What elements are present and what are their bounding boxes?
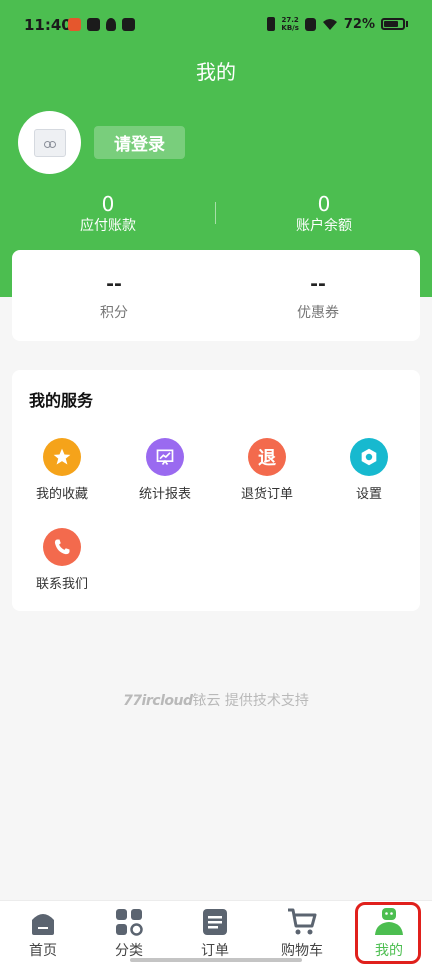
default-avatar-icon: [33, 128, 66, 157]
points-stat[interactable]: -- 积分: [12, 272, 216, 322]
app-notification-icon: [68, 18, 81, 31]
page-title: 我的: [196, 60, 236, 84]
return-icon: 退: [248, 438, 286, 476]
avatar[interactable]: [18, 111, 81, 174]
balance-label: 账户余额: [296, 218, 352, 234]
message-icon: [122, 18, 135, 31]
service-label: 设置: [355, 487, 382, 502]
sim-icon: [304, 17, 316, 31]
active-tab-highlight: [355, 902, 421, 964]
payable-stat[interactable]: 0 应付账款: [0, 192, 216, 236]
services-card: 我的服务 我的收藏 统计报表 退 退货订单 设置 联系我们: [12, 370, 420, 611]
points-label: 积分: [100, 305, 128, 321]
balance-stat[interactable]: 0 账户余额: [216, 192, 432, 236]
payable-label: 应付账款: [80, 218, 136, 234]
services-title: 我的服务: [29, 391, 94, 410]
app-notification-icon: [87, 18, 100, 31]
service-settings[interactable]: 设置: [319, 438, 419, 502]
tab-label: 首页: [29, 943, 57, 959]
service-reports[interactable]: 统计报表: [115, 438, 215, 502]
coupons-value: --: [310, 273, 326, 295]
service-favorites[interactable]: 我的收藏: [12, 438, 112, 502]
brand-cn: 铱云: [192, 693, 221, 709]
support-text: 提供技术支持: [224, 693, 309, 709]
wifi-icon: [322, 18, 337, 30]
powered-by: 77ircloud铱云 提供技术支持: [0, 690, 432, 710]
tab-cart[interactable]: 购物车: [259, 907, 345, 960]
battery-icon: [381, 18, 405, 30]
tab-label: 订单: [201, 943, 229, 959]
bell-icon: [106, 18, 116, 31]
tab-label: 购物车: [281, 943, 323, 959]
network-speed: 27.2 KB/s: [281, 16, 299, 32]
status-right: 27.2 KB/s 72%: [267, 16, 408, 32]
service-label: 退货订单: [240, 487, 293, 502]
phone-icon: [43, 528, 81, 566]
points-card: -- 积分 -- 优惠券: [12, 250, 420, 341]
coupons-label: 优惠券: [297, 305, 339, 321]
service-label: 联系我们: [35, 577, 88, 592]
order-icon: [200, 907, 230, 937]
notification-icons: [68, 18, 135, 31]
status-time: 11:40: [24, 16, 72, 34]
tab-category[interactable]: 分类: [86, 907, 172, 960]
settings-icon: [350, 438, 388, 476]
category-icon: [114, 907, 144, 937]
brand-logo: 77ircloud: [123, 693, 193, 709]
status-bar: 11:40 27.2 KB/s 72%: [0, 0, 432, 52]
payable-value: 0: [101, 192, 115, 216]
chart-icon: [146, 438, 184, 476]
battery-percent: 72%: [343, 16, 375, 32]
coupons-stat[interactable]: -- 优惠券: [216, 272, 420, 322]
cart-icon: [287, 907, 317, 937]
tab-label: 分类: [115, 943, 143, 959]
service-contact[interactable]: 联系我们: [12, 528, 112, 592]
service-label: 统计报表: [138, 487, 191, 502]
points-value: --: [106, 273, 122, 295]
home-icon: [28, 907, 58, 937]
service-returns[interactable]: 退 退货订单: [217, 438, 317, 502]
service-label: 我的收藏: [35, 487, 88, 502]
home-indicator[interactable]: [130, 958, 302, 962]
star-icon: [43, 438, 81, 476]
login-button[interactable]: 请登录: [94, 126, 185, 159]
vibrate-icon: [267, 17, 276, 31]
balance-value: 0: [317, 192, 331, 216]
tab-orders[interactable]: 订单: [172, 907, 258, 960]
tab-home[interactable]: 首页: [0, 907, 86, 960]
